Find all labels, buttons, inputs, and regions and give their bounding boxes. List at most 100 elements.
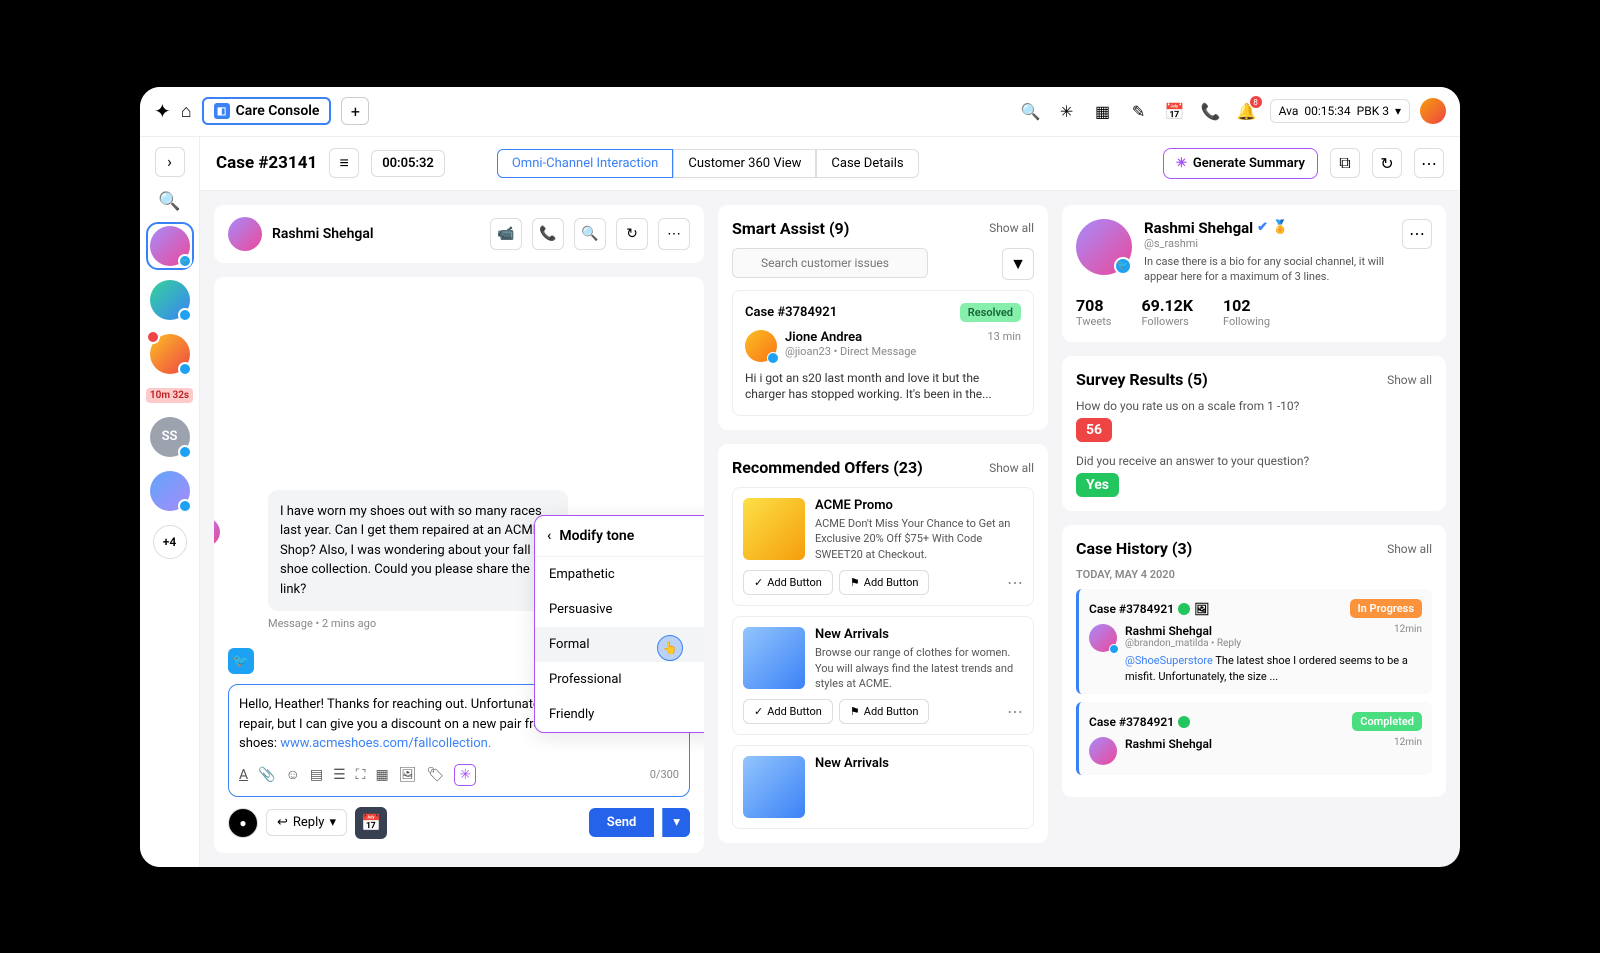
reply-button[interactable]: ↩ Reply ▾ <box>266 809 347 836</box>
add-flag-button[interactable]: ⚑ Add Button <box>839 699 930 724</box>
sidebar: › 🔍 🐦 10m 32s SS +4 <box>140 137 200 867</box>
history-item[interactable]: Case #3784921 Completed Rashmi Shehgal12… <box>1076 702 1432 775</box>
sidebar-contact-4[interactable]: SS <box>150 417 190 457</box>
offer-more-icon[interactable]: ⋯ <box>1007 573 1023 592</box>
new-tab-button[interactable]: + <box>341 97 369 125</box>
home-icon[interactable]: ⌂ <box>181 101 192 122</box>
offer-image <box>743 498 805 560</box>
sidebar-contact-2[interactable] <box>150 280 190 320</box>
offer-desc: ACME Don't Miss Your Chance to Get an Ex… <box>815 516 1023 562</box>
conv-more-button[interactable]: ⋯ <box>658 218 690 250</box>
history-handle: @brandon_matilda • Reply <box>1125 638 1422 649</box>
channel-selector[interactable]: ● <box>228 808 258 838</box>
profile-more-button[interactable]: ⋯ <box>1402 219 1432 249</box>
grid-icon[interactable]: ▦ <box>375 767 388 783</box>
search-button[interactable]: 🔍 <box>574 218 606 250</box>
schedule-button[interactable]: 📅 <box>355 807 387 839</box>
calendar-icon[interactable]: 📅 <box>1162 98 1188 124</box>
user-status-chip[interactable]: Ava 00:15:34 PBK 3 ▾ <box>1270 99 1410 123</box>
video-button[interactable]: 📹 <box>490 218 522 250</box>
grid-icon[interactable]: ▦ <box>1090 98 1116 124</box>
compose-link[interactable]: www.acmeshoes.com/fallcollection. <box>280 736 491 751</box>
stat-tweets: 708Tweets <box>1076 296 1111 328</box>
tag-icon[interactable]: 🏷 <box>427 767 445 783</box>
sidebar-contact-5[interactable] <box>150 471 190 511</box>
message-bubble: I have worn my shoes out with so many ra… <box>268 490 568 612</box>
layout-button[interactable]: ⧉ <box>1330 148 1360 178</box>
char-count: 0/300 <box>650 768 679 781</box>
twitter-badge-icon <box>1109 644 1119 654</box>
history-time: 12min <box>1394 737 1422 751</box>
sidebar-contact-1[interactable]: 🐦 <box>150 226 190 266</box>
profile-stats: 708Tweets 69.12KFollowers 102Following <box>1076 296 1432 328</box>
tab-customer-360[interactable]: Customer 360 View <box>673 149 816 178</box>
template-icon[interactable]: ▤ <box>310 767 323 783</box>
contact-name: Rashmi Shehgal <box>272 226 480 242</box>
smart-assist-title: Smart Assist (9) <box>732 219 849 238</box>
sidebar-more-button[interactable]: +4 <box>153 525 187 559</box>
generate-summary-button[interactable]: ✳Generate Summary <box>1163 148 1318 179</box>
offer-card: New Arrivals Browse our range of clothes… <box>732 616 1034 735</box>
history-item[interactable]: Case #3784921 🖼 In Progress Rashmi Shehg… <box>1076 589 1432 694</box>
refresh-button[interactable]: ↻ <box>616 218 648 250</box>
image-icon[interactable]: 🖼 <box>399 767 417 783</box>
tone-empathetic[interactable]: Empathetic <box>535 557 704 592</box>
focus-icon[interactable]: ⛶ <box>356 767 366 783</box>
status-badge: In Progress <box>1350 599 1422 618</box>
phone-icon[interactable]: 📞 <box>1198 98 1224 124</box>
add-button[interactable]: ✓ Add Button <box>743 570 833 595</box>
bell-icon[interactable]: 🔔8 <box>1234 98 1260 124</box>
tone-formal[interactable]: Formal👆 <box>535 627 704 662</box>
emoji-icon[interactable]: ☺ <box>286 766 300 783</box>
search-icon[interactable]: 🔍 <box>1018 98 1044 124</box>
assist-search-input[interactable] <box>732 248 928 278</box>
font-icon[interactable]: A <box>239 767 248 783</box>
status-dot-icon <box>1178 716 1190 728</box>
history-time: 12min <box>1394 624 1422 638</box>
spark-icon[interactable]: ✳ <box>1054 98 1080 124</box>
collapse-button[interactable]: › <box>155 147 185 177</box>
assist-case-card[interactable]: Case #3784921 Resolved Jione Andrea13 mi… <box>732 290 1034 417</box>
ai-spark-button[interactable]: ✳ <box>454 764 476 786</box>
add-button[interactable]: ✓ Add Button <box>743 699 833 724</box>
status-badge: Resolved <box>960 303 1021 322</box>
sidebar-search-icon[interactable]: 🔍 <box>158 191 180 212</box>
award-icon: 🏅 <box>1272 220 1288 235</box>
social-badge-icon <box>178 499 192 513</box>
offer-more-icon[interactable]: ⋯ <box>1007 702 1023 721</box>
tone-header[interactable]: ‹Modify tone <box>535 516 704 557</box>
offers-showall[interactable]: Show all <box>989 461 1034 475</box>
sidebar-timer: 10m 32s <box>146 388 193 403</box>
add-flag-button[interactable]: ⚑ Add Button <box>839 570 930 595</box>
tone-professional[interactable]: Professional <box>535 662 704 697</box>
edit-icon[interactable]: ✎ <box>1126 98 1152 124</box>
logo-icon: ✦ <box>154 99 171 123</box>
call-button[interactable]: 📞 <box>532 218 564 250</box>
sidebar-contact-3[interactable] <box>150 334 190 374</box>
tone-friendly[interactable]: Friendly <box>535 697 704 732</box>
history-showall[interactable]: Show all <box>1387 542 1432 556</box>
tone-persuasive[interactable]: Persuasive <box>535 592 704 627</box>
user-avatar[interactable] <box>1420 98 1446 124</box>
tab-care-console[interactable]: ◧ Care Console <box>202 97 332 125</box>
survey-question-1: How do you rate us on a scale from 1 -10… <box>1076 399 1432 413</box>
tab-icon: ◧ <box>214 103 230 119</box>
assist-time: 13 min <box>988 330 1022 345</box>
survey-showall[interactable]: Show all <box>1387 373 1432 387</box>
chevron-down-icon: ▾ <box>1395 104 1401 118</box>
smart-assist-showall[interactable]: Show all <box>989 221 1034 235</box>
more-button[interactable]: ⋯ <box>1414 148 1444 178</box>
attach-icon[interactable]: 📎 <box>258 767 275 783</box>
history-avatar <box>1089 737 1117 765</box>
back-icon[interactable]: ‹ <box>547 528 551 544</box>
send-button[interactable]: Send <box>589 808 655 837</box>
tab-omni-channel[interactable]: Omni-Channel Interaction <box>497 149 674 178</box>
send-dropdown[interactable]: ▾ <box>662 808 690 837</box>
filter-button[interactable]: ▼ <box>1002 248 1034 280</box>
case-menu-button[interactable]: ≡ <box>329 148 359 178</box>
profile-panel: 🐦 Rashmi Shehgal✔🏅 @s_rashmi In case the… <box>1062 205 1446 343</box>
assist-name: Jione Andrea <box>785 330 862 345</box>
list-icon[interactable]: ☰ <box>333 767 346 783</box>
tab-case-details[interactable]: Case Details <box>816 149 918 178</box>
refresh-button[interactable]: ↻ <box>1372 148 1402 178</box>
